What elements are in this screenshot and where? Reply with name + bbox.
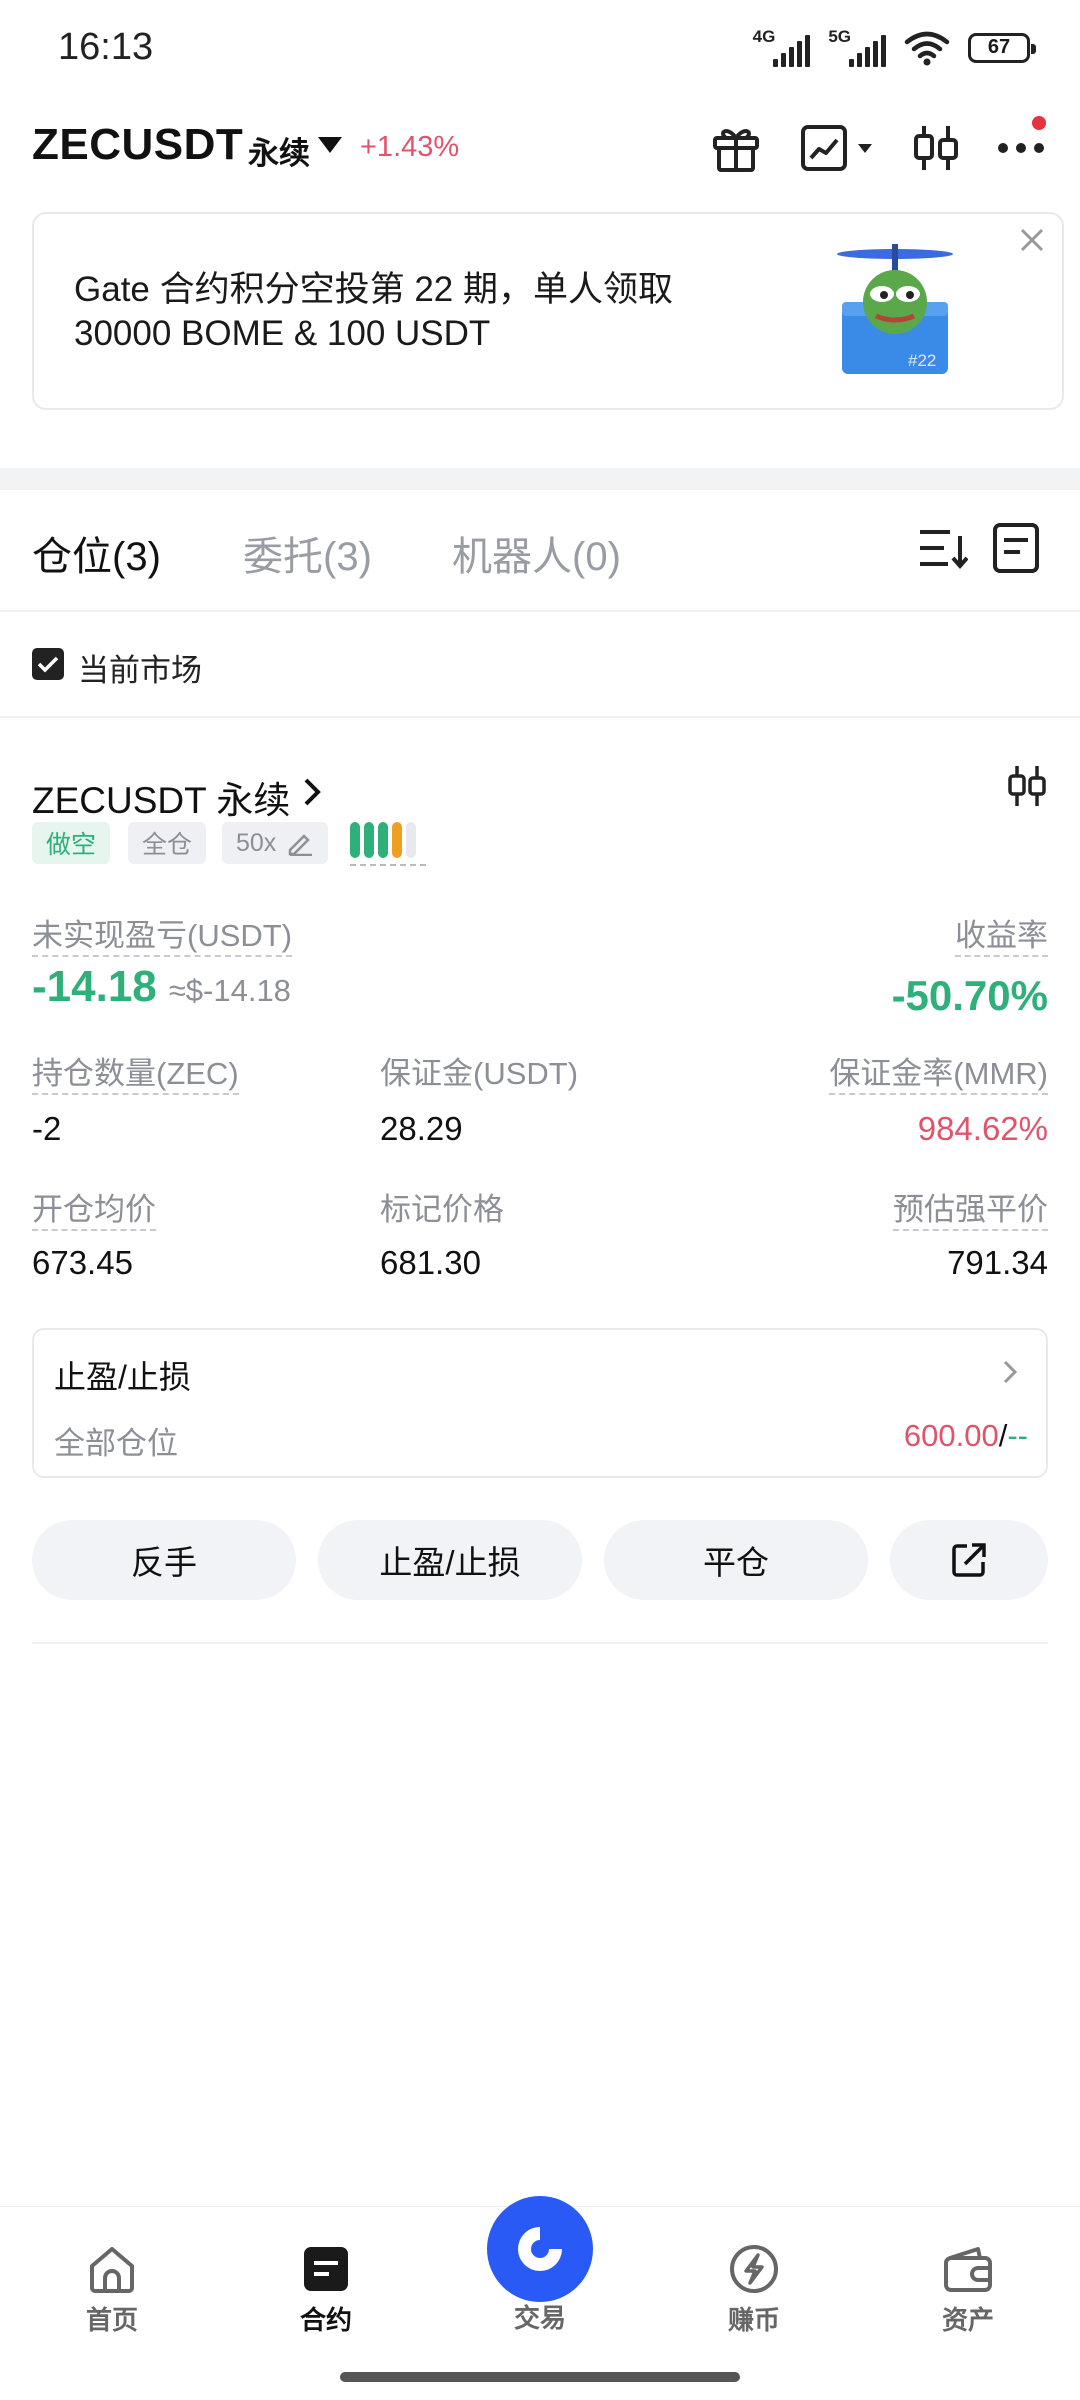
chevron-right-icon[interactable] [300,776,324,808]
tab-bots[interactable]: 机器人(0) [452,524,621,582]
futures-icon [304,2247,348,2291]
section-divider [0,468,1080,490]
home-icon [90,2247,134,2293]
tpsl-title: 止盈/止损 [54,1359,191,1395]
liq-value: 791.34 [947,1244,1048,1281]
share-button[interactable] [890,1520,1048,1600]
close-icon[interactable] [1014,222,1050,258]
battery-icon: 67 [968,32,1036,63]
wifi-icon [904,31,950,65]
tpsl-values: 600.00/-- [904,1418,1028,1454]
signal-5g-icon: 5G [828,28,886,67]
home-indicator[interactable] [340,2372,740,2382]
nav-futures[interactable]: 合约 [256,2244,396,2337]
reverse-button[interactable]: 反手 [32,1520,296,1600]
unrealized-pnl-label[interactable]: 未实现盈亏(USDT) [32,910,293,957]
tab-positions[interactable]: 仓位(3) [32,524,161,582]
nav-futures-label: 合约 [299,2305,352,2335]
trade-button[interactable] [487,2196,593,2302]
size-label[interactable]: 持仓数量(ZEC) [32,1048,239,1095]
roe-label-text: 收益率 [955,918,1048,957]
candlestick-icon[interactable] [1006,764,1048,808]
tpsl-scope: 全部仓位 [54,1426,178,1461]
status-time: 16:13 [58,26,154,68]
close-position-button[interactable]: 平仓 [604,1520,868,1600]
caret-down-icon[interactable] [318,137,342,153]
sl-value: -- [1007,1418,1028,1453]
tp-value: 600.00 [903,1418,999,1453]
share-icon [952,1543,986,1577]
candlestick-icon[interactable] [910,118,962,178]
risk-underline [350,864,426,866]
entry-value: 673.45 [32,1244,133,1281]
side-tag: 做空 [32,822,111,864]
nav-earn-label: 赚币 [727,2305,780,2335]
signal-4g-icon: 4G [753,28,811,67]
nav-assets-label: 资产 [941,2305,994,2335]
chevron-right-icon[interactable] [1000,1358,1020,1386]
chart-type-icon[interactable] [800,118,880,178]
banner-line-1: Gate 合约积分空投第 22 期，单人领取 [74,270,673,309]
mmr-label-text: 保证金率(MMR) [829,1056,1048,1095]
tpsl-panel[interactable] [32,1328,1048,1478]
nav-earn[interactable]: 赚币 [684,2244,824,2337]
pepe-mascot-illustration: #22 [837,244,953,374]
sort-icon[interactable] [918,526,968,572]
nav-assets[interactable]: 资产 [898,2244,1038,2337]
status-icons: 4G 5G 67 [753,28,1036,67]
notification-dot [1032,116,1046,130]
roe-label[interactable]: 收益率 [955,910,1048,957]
divider [0,716,1080,718]
mark-value: 681.30 [380,1244,481,1281]
trade-logo-icon [518,2227,562,2271]
price-change: +1.43% [360,131,460,163]
banner-line-2: 30000 BOME & 100 USDT [74,314,491,353]
mark-label: 标记价格 [380,1192,504,1227]
pair-title[interactable]: ZECUSDT [32,120,243,170]
entry-label[interactable]: 开仓均价 [32,1184,156,1231]
margin-mode-tag[interactable]: 全仓 [128,822,207,864]
nav-home-label: 首页 [85,2305,138,2335]
leverage-value: 50x [236,828,277,857]
unrealized-pnl-value: -14.18 [32,962,157,1011]
leverage-tag[interactable]: 50x [222,822,329,864]
current-market-label[interactable]: 当前市场 [78,645,202,690]
current-market-checkbox[interactable] [32,648,64,680]
nav-home[interactable]: 首页 [42,2244,182,2337]
banner-text[interactable]: Gate 合约积分空投第 22 期，单人领取 30000 BOME & 100 … [74,268,794,356]
tpsl-button[interactable]: 止盈/止损 [318,1520,582,1600]
unrealized-pnl-usd: ≈$-14.18 [168,973,291,1008]
edit-icon[interactable] [286,830,314,856]
divider [32,1642,1048,1644]
risk-level-icon[interactable] [350,822,416,858]
unrealized-pnl: -14.18 ≈$-14.18 [32,962,291,1012]
roe-value: -50.70% [891,972,1048,1019]
position-title[interactable]: ZECUSDT 永续 [32,770,290,824]
margin-value: 28.29 [380,1110,463,1147]
history-record-icon[interactable] [992,522,1040,574]
nav-trade[interactable]: 交易 [470,2290,610,2335]
margin-label: 保证金(USDT) [380,1056,579,1091]
unrealized-pnl-label-text: 未实现盈亏(USDT) [32,918,293,957]
banner-badge: #22 [908,351,936,370]
earn-icon [730,2245,778,2293]
net-label-4g: 4G [752,27,776,46]
size-value: -2 [32,1110,62,1147]
contract-type[interactable]: 永续 [248,128,310,173]
divider [0,610,1080,612]
liq-label[interactable]: 预估强平价 [893,1184,1048,1231]
size-label-text: 持仓数量(ZEC) [32,1056,239,1095]
mmr-value: 984.62% [917,1110,1048,1147]
entry-label-text: 开仓均价 [32,1192,156,1231]
gift-icon[interactable] [708,118,764,178]
tab-orders[interactable]: 委托(3) [243,524,372,582]
nav-trade-label: 交易 [513,2303,566,2333]
net-label-5g: 5G [828,27,851,46]
wallet-icon [944,2247,992,2292]
mmr-label[interactable]: 保证金率(MMR) [829,1048,1048,1095]
liq-label-text: 预估强平价 [893,1192,1048,1231]
